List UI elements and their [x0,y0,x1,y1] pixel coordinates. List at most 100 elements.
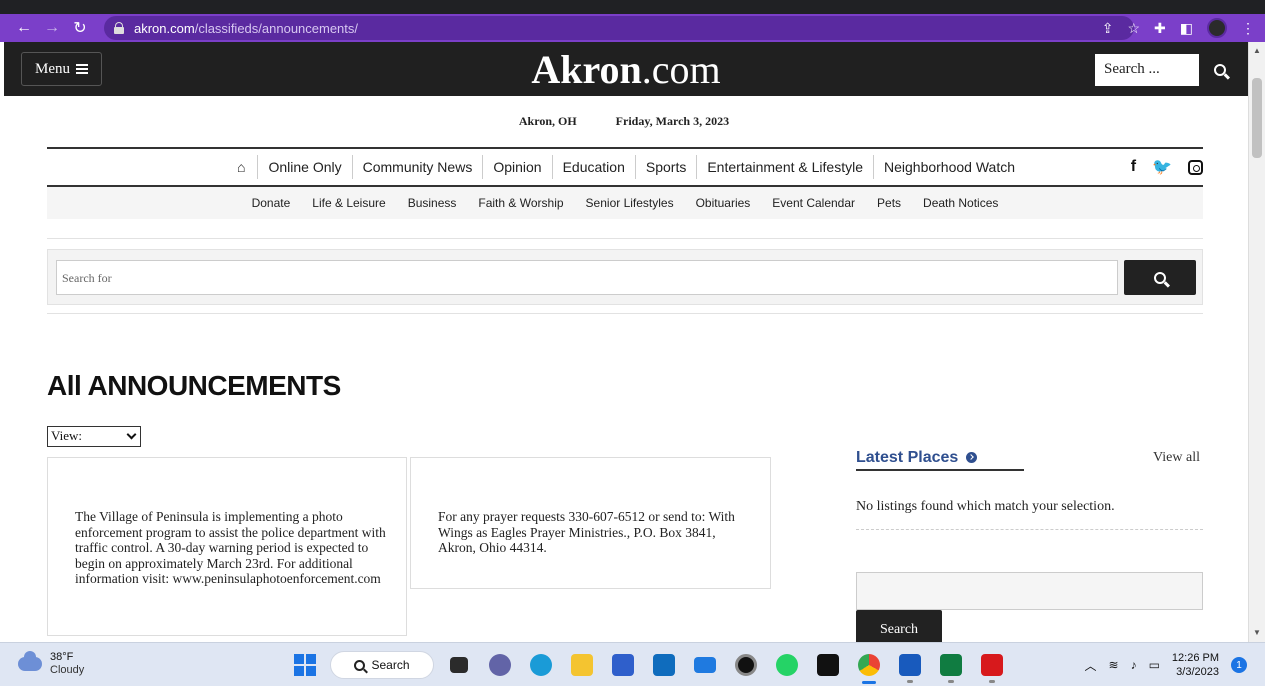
wifi-icon[interactable]: ≋ [1109,658,1119,672]
header-search-input[interactable]: Search ... [1095,54,1199,86]
announcement-text: The Village of Peninsula is implementing… [75,509,386,587]
subnav-donate[interactable]: Donate [252,196,291,210]
chevron-up-icon[interactable]: ︿ [1084,657,1096,674]
subnav-senior-lifestyles[interactable]: Senior Lifestyles [586,196,674,210]
share-icon[interactable]: ⇪ [1102,20,1114,37]
menu-button[interactable]: Menu [21,52,102,86]
volume-icon[interactable]: ♪ [1131,658,1137,672]
view-select-value: View: [51,428,82,443]
announcement-card[interactable]: For any prayer requests 330-607-6512 or … [410,457,771,589]
sub-nav: Donate Life & Leisure Business Faith & W… [47,187,1203,219]
search-icon [354,659,366,671]
edge-icon[interactable] [525,650,557,680]
task-view-icon[interactable] [443,650,475,680]
subnav-pets[interactable]: Pets [877,196,901,210]
divider [47,313,1203,314]
subnav-event-calendar[interactable]: Event Calendar [772,196,855,210]
address-bar[interactable]: akron.com /classifieds/announcements/ [104,16,1134,40]
forward-icon[interactable]: → [38,14,66,42]
app-icon[interactable] [812,650,844,680]
bookmark-star-icon[interactable]: ☆ [1127,20,1140,37]
scroll-up-icon[interactable]: ▲ [1253,46,1261,55]
subnav-death-notices[interactable]: Death Notices [923,196,998,210]
subnav-faith-worship[interactable]: Faith & Worship [478,196,563,210]
browser-actions: ⇪ ☆ ✚ ◧ ⋮ [1102,14,1255,42]
nav-community-news[interactable]: Community News [351,155,483,179]
nav-opinion[interactable]: Opinion [482,155,551,179]
subnav-obituaries[interactable]: Obituaries [696,196,751,210]
clock[interactable]: 12:26 PM 3/3/2023 [1172,651,1219,679]
taskbar-apps: Search [289,650,1008,684]
cloud-icon [18,651,42,671]
empty-listings-message: No listings found which match your selec… [856,499,1115,514]
announcement-text: For any prayer requests 330-607-6512 or … [438,509,735,556]
back-icon[interactable]: ← [10,14,38,42]
url-path: /classifieds/announcements/ [194,20,359,36]
word-icon[interactable] [894,650,926,683]
latest-places-heading[interactable]: Latest Places [856,446,1024,471]
obs-icon[interactable] [730,650,762,680]
search-submit-button[interactable] [1124,260,1196,295]
scroll-down-icon[interactable]: ▼ [1253,628,1261,637]
facebook-icon[interactable]: f [1131,158,1136,176]
url-host: akron.com [134,20,195,36]
more-menu-icon[interactable]: ⋮ [1241,20,1255,37]
nav-sports[interactable]: Sports [634,155,696,179]
windows-taskbar: 38°F Cloudy Search ︿ ≋ ♪ ▭ 12:26 PM 3/3/… [0,642,1265,686]
site-header: Akron.com Menu Search ... [4,42,1248,96]
notification-badge[interactable]: 1 [1231,657,1247,673]
nav-neighborhood-watch[interactable]: Neighborhood Watch [872,155,1025,179]
acrobat-icon[interactable] [976,650,1008,683]
instagram-icon[interactable] [1188,159,1203,175]
taskbar-search[interactable]: Search [330,651,434,679]
nav-online-only[interactable]: Online Only [257,155,351,179]
nav-entertainment[interactable]: Entertainment & Lifestyle [696,155,873,179]
lock-icon [114,22,124,34]
location-text: Akron, OH [518,114,577,128]
menu-label: Menu [35,60,70,77]
sidebar-search-button[interactable]: Search [856,610,942,642]
mail-icon[interactable] [689,650,721,680]
dashed-divider [856,529,1203,530]
site-logo[interactable]: Akron.com [4,46,1248,93]
header-search-button[interactable] [1202,54,1238,86]
clock-time: 12:26 PM [1171,652,1219,664]
side-panel-icon[interactable]: ◧ [1180,20,1193,37]
battery-icon[interactable]: ▭ [1149,658,1160,672]
divider [47,238,1203,239]
chevron-down-icon [126,429,137,440]
view-all-link[interactable]: View all [1153,450,1200,466]
home-icon[interactable]: ⌂ [225,159,257,175]
page-title: All ANNOUNCEMENTS [47,370,341,401]
announcement-card[interactable]: The Village of Peninsula is implementing… [47,457,407,636]
reload-icon[interactable]: ↻ [66,14,94,42]
chrome-icon[interactable] [853,650,885,684]
main-nav: ⌂ Online Only Community News Opinion Edu… [47,148,1203,186]
arrow-circle-icon [966,452,978,463]
view-select[interactable]: View: [47,426,141,447]
nav-education[interactable]: Education [551,155,635,179]
start-button[interactable] [289,650,321,680]
subnav-business[interactable]: Business [408,196,457,210]
browser-chrome: ← → ↻ akron.com /classifieds/announcemen… [0,0,1265,42]
subnav-life-leisure[interactable]: Life & Leisure [312,196,385,210]
profile-avatar[interactable] [1207,18,1227,38]
file-explorer-icon[interactable] [566,650,598,680]
weather-widget[interactable]: 38°F Cloudy [18,651,84,677]
whatsapp-icon[interactable] [771,650,803,680]
page-scrollbar[interactable]: ▲ ▼ [1248,42,1265,642]
browser-toolbar: ← → ↻ akron.com /classifieds/announcemen… [0,14,1265,42]
sidebar-search-input[interactable] [856,572,1203,610]
search-for-input[interactable]: Search for [56,260,1118,295]
teams-chat-icon[interactable] [484,650,516,680]
date-text: Friday, March 3, 2023 [615,114,730,128]
extensions-icon[interactable]: ✚ [1154,20,1166,37]
outlook-icon[interactable] [648,650,680,680]
search-icon [1154,271,1166,284]
store-icon[interactable] [607,650,639,680]
twitter-icon[interactable]: 🐦 [1152,157,1172,177]
windows-logo-icon [294,654,316,676]
excel-icon[interactable] [935,650,967,683]
weather-desc: Cloudy [50,664,85,676]
scrollbar-thumb[interactable] [1252,78,1262,158]
